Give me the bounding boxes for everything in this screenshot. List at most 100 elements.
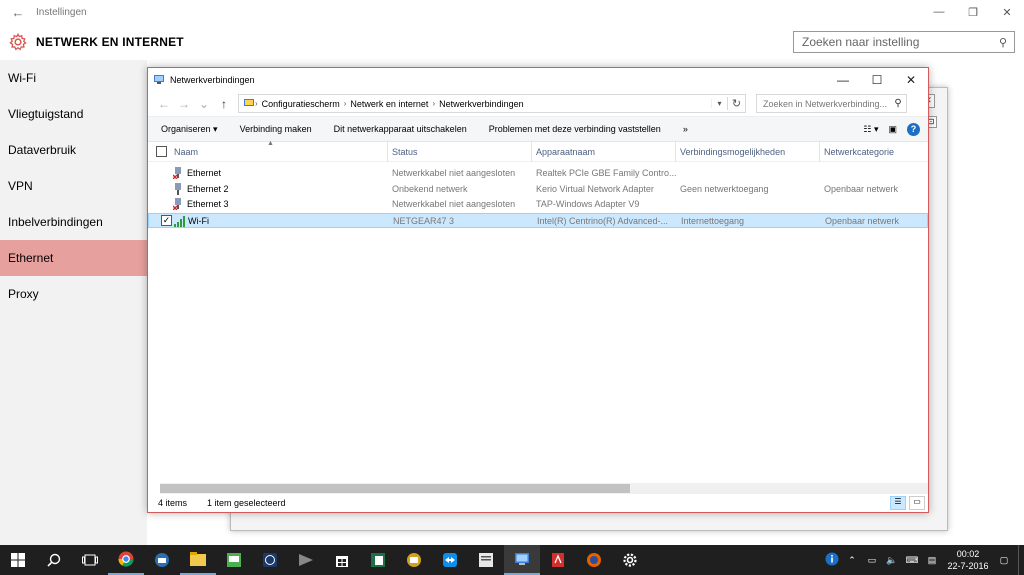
- thunderbird-icon[interactable]: [144, 545, 180, 575]
- action-center-icon[interactable]: ▢: [994, 555, 1014, 566]
- pdf-reader-icon[interactable]: [540, 545, 576, 575]
- view-options-icon[interactable]: ☷ ▾: [863, 124, 878, 135]
- connection-name: Wi-Fi: [188, 215, 209, 226]
- details-view-icon[interactable]: ☰: [890, 495, 906, 510]
- close-icon[interactable]: ✕: [894, 73, 928, 87]
- settings-search-input[interactable]: Zoeken naar instelling ⚲: [793, 31, 1015, 53]
- connection-connectivity: Internettoegang: [681, 215, 745, 226]
- minimize-icon[interactable]: —: [922, 6, 956, 18]
- minimize-icon[interactable]: —: [826, 73, 860, 87]
- language-icon[interactable]: ▤: [922, 555, 942, 566]
- connection-device: Kerio Virtual Network Adapter: [536, 183, 654, 194]
- info-notification-icon[interactable]: [822, 552, 842, 568]
- table-row[interactable]: Ethernet Netwerkkabel niet aangesloten Rea…: [148, 166, 928, 182]
- network-search-placeholder: Zoeken in Netwerkverbinding...: [763, 98, 888, 109]
- volume-icon[interactable]: 🔈: [882, 555, 902, 566]
- disable-device-button[interactable]: Dit netwerkapparaat uitschakelen: [334, 124, 467, 134]
- organize-menu-button[interactable]: Organiseren ▾: [161, 124, 218, 135]
- command-bar: Organiseren ▾ Verbinding maken Dit netwe…: [148, 116, 928, 142]
- back-arrow-icon[interactable]: ←: [154, 97, 174, 111]
- connection-status: Netwerkkabel niet aangesloten: [392, 199, 516, 209]
- clock-app-icon[interactable]: [252, 545, 288, 575]
- table-row[interactable]: Ethernet 2 Onbekend netwerk Kerio Virtual …: [148, 182, 928, 198]
- network-folder-icon: [153, 73, 165, 87]
- connection-connectivity: Geen netwerktoegang: [680, 183, 769, 194]
- show-hidden-icons-icon[interactable]: ⌃: [842, 555, 862, 566]
- connect-button[interactable]: Verbinding maken: [240, 124, 312, 134]
- tiles-view-icon[interactable]: ▭: [909, 495, 925, 510]
- more-commands-button[interactable]: »: [683, 124, 688, 134]
- diagnose-button[interactable]: Problemen met deze verbinding vaststelle…: [489, 124, 661, 134]
- firefox-icon[interactable]: [576, 545, 612, 575]
- media-play-icon[interactable]: [288, 545, 324, 575]
- notes-app-icon[interactable]: [468, 545, 504, 575]
- start-windows-icon[interactable]: [0, 545, 36, 575]
- column-header-name[interactable]: Naam: [174, 147, 198, 157]
- spreadsheet-icon[interactable]: [360, 545, 396, 575]
- search-icon[interactable]: ⚲: [992, 36, 1014, 49]
- column-header-row: ▲ Naam Status Apparaatnaam Verbindingsmo…: [148, 140, 928, 162]
- back-arrow-icon[interactable]: ←: [0, 5, 36, 20]
- sidebar-item-vliegtuigstand[interactable]: Vliegtuigstand: [0, 96, 147, 132]
- address-bar[interactable]: › Configuratiescherm › Netwerk en intern…: [238, 94, 746, 113]
- connection-device: Intel(R) Centrino(R) Advanced-...: [537, 215, 669, 226]
- chrome-icon[interactable]: [108, 545, 144, 575]
- maximize-icon[interactable]: ☐: [860, 73, 894, 87]
- select-all-checkbox[interactable]: [156, 146, 167, 157]
- sidebar-item-inbelverbindingen[interactable]: Inbelverbindingen: [0, 204, 147, 240]
- task-view-icon[interactable]: [72, 545, 108, 575]
- mail-app-icon[interactable]: [396, 545, 432, 575]
- column-header-device[interactable]: Apparaatnaam: [536, 147, 595, 157]
- table-row[interactable]: Ethernet 3 Netwerkkabel niet aangesloten T…: [148, 197, 928, 213]
- breadcrumb-item[interactable]: Netwerkverbindingen: [439, 99, 524, 109]
- control-panel-icon[interactable]: [504, 545, 540, 575]
- column-header-category[interactable]: Netwerkcategorie: [824, 147, 894, 157]
- clock-date: 22-7-2016: [947, 561, 989, 571]
- network-window-title: Netwerkverbindingen: [170, 74, 255, 85]
- breadcrumb-separator-icon[interactable]: ›: [344, 99, 347, 108]
- up-arrow-icon[interactable]: ↑: [214, 97, 234, 111]
- sidebar-item-wi-fi[interactable]: Wi-Fi: [0, 60, 147, 96]
- refresh-icon[interactable]: ↻: [727, 97, 745, 110]
- chevron-down-icon[interactable]: ▾: [711, 99, 727, 108]
- column-header-status[interactable]: Status: [392, 147, 418, 157]
- address-bar-row: ← → ⌄ ↑ › Configuratiescherm › Netwerk e…: [148, 91, 928, 116]
- settings-sidebar: Wi-Fi Vliegtuigstand Dataverbruik VPN Inbelv…: [0, 60, 147, 545]
- breadcrumb-item[interactable]: Configuratiescherm: [262, 99, 340, 109]
- scrollbar-thumb[interactable]: [160, 484, 630, 493]
- sidebar-item-ethernet[interactable]: Ethernet: [0, 240, 147, 276]
- sidebar-item-vpn[interactable]: VPN: [0, 168, 147, 204]
- sort-up-icon: ▲: [267, 140, 274, 147]
- recent-dropdown-icon[interactable]: ⌄: [194, 97, 214, 111]
- app-icon[interactable]: [216, 545, 252, 575]
- network-search-input[interactable]: Zoeken in Netwerkverbinding... ⚲: [756, 94, 907, 113]
- breadcrumb-item[interactable]: Netwerk en internet: [350, 99, 428, 109]
- network-tray-icon[interactable]: ▭: [862, 555, 882, 566]
- breadcrumb-separator-icon[interactable]: ›: [255, 99, 258, 108]
- connection-status: Netwerkkabel niet aangesloten: [392, 168, 516, 178]
- connection-name: Ethernet 2: [187, 183, 229, 194]
- row-checkbox[interactable]: ✓: [161, 214, 172, 226]
- teamviewer-icon[interactable]: [432, 545, 468, 575]
- status-bar: 4 items 1 item geselecteerd ☰ ▭: [148, 493, 928, 512]
- show-desktop-button[interactable]: [1018, 545, 1024, 575]
- column-header-connectivity[interactable]: Verbindingsmogelijkheden: [680, 147, 785, 157]
- taskbar-clock[interactable]: 00:02 22-7-2016: [942, 548, 994, 572]
- forward-arrow-icon[interactable]: →: [174, 97, 194, 111]
- sidebar-item-dataverbruik[interactable]: Dataverbruik: [0, 132, 147, 168]
- close-icon[interactable]: ✕: [990, 6, 1024, 19]
- breadcrumb-separator-icon[interactable]: ›: [432, 99, 435, 108]
- preview-pane-icon[interactable]: ▣: [888, 124, 897, 135]
- search-icon[interactable]: [36, 545, 72, 575]
- restore-icon[interactable]: ❐: [956, 6, 990, 19]
- sidebar-item-proxy[interactable]: Proxy: [0, 276, 147, 312]
- keyboard-icon[interactable]: ⌨: [902, 555, 922, 566]
- search-icon[interactable]: ⚲: [890, 98, 906, 109]
- settings-gear-icon[interactable]: [612, 545, 648, 575]
- settings-search-placeholder: Zoeken naar instelling: [802, 35, 920, 49]
- store-icon[interactable]: [324, 545, 360, 575]
- table-row[interactable]: ✓ Wi-Fi NETGEAR47 3 Intel(R) Centrino(R) Ad…: [148, 212, 928, 228]
- settings-titlebar: ← Instellingen — ❐ ✕: [0, 0, 1024, 24]
- file-explorer-icon[interactable]: [180, 545, 216, 575]
- help-icon[interactable]: ?: [907, 122, 920, 136]
